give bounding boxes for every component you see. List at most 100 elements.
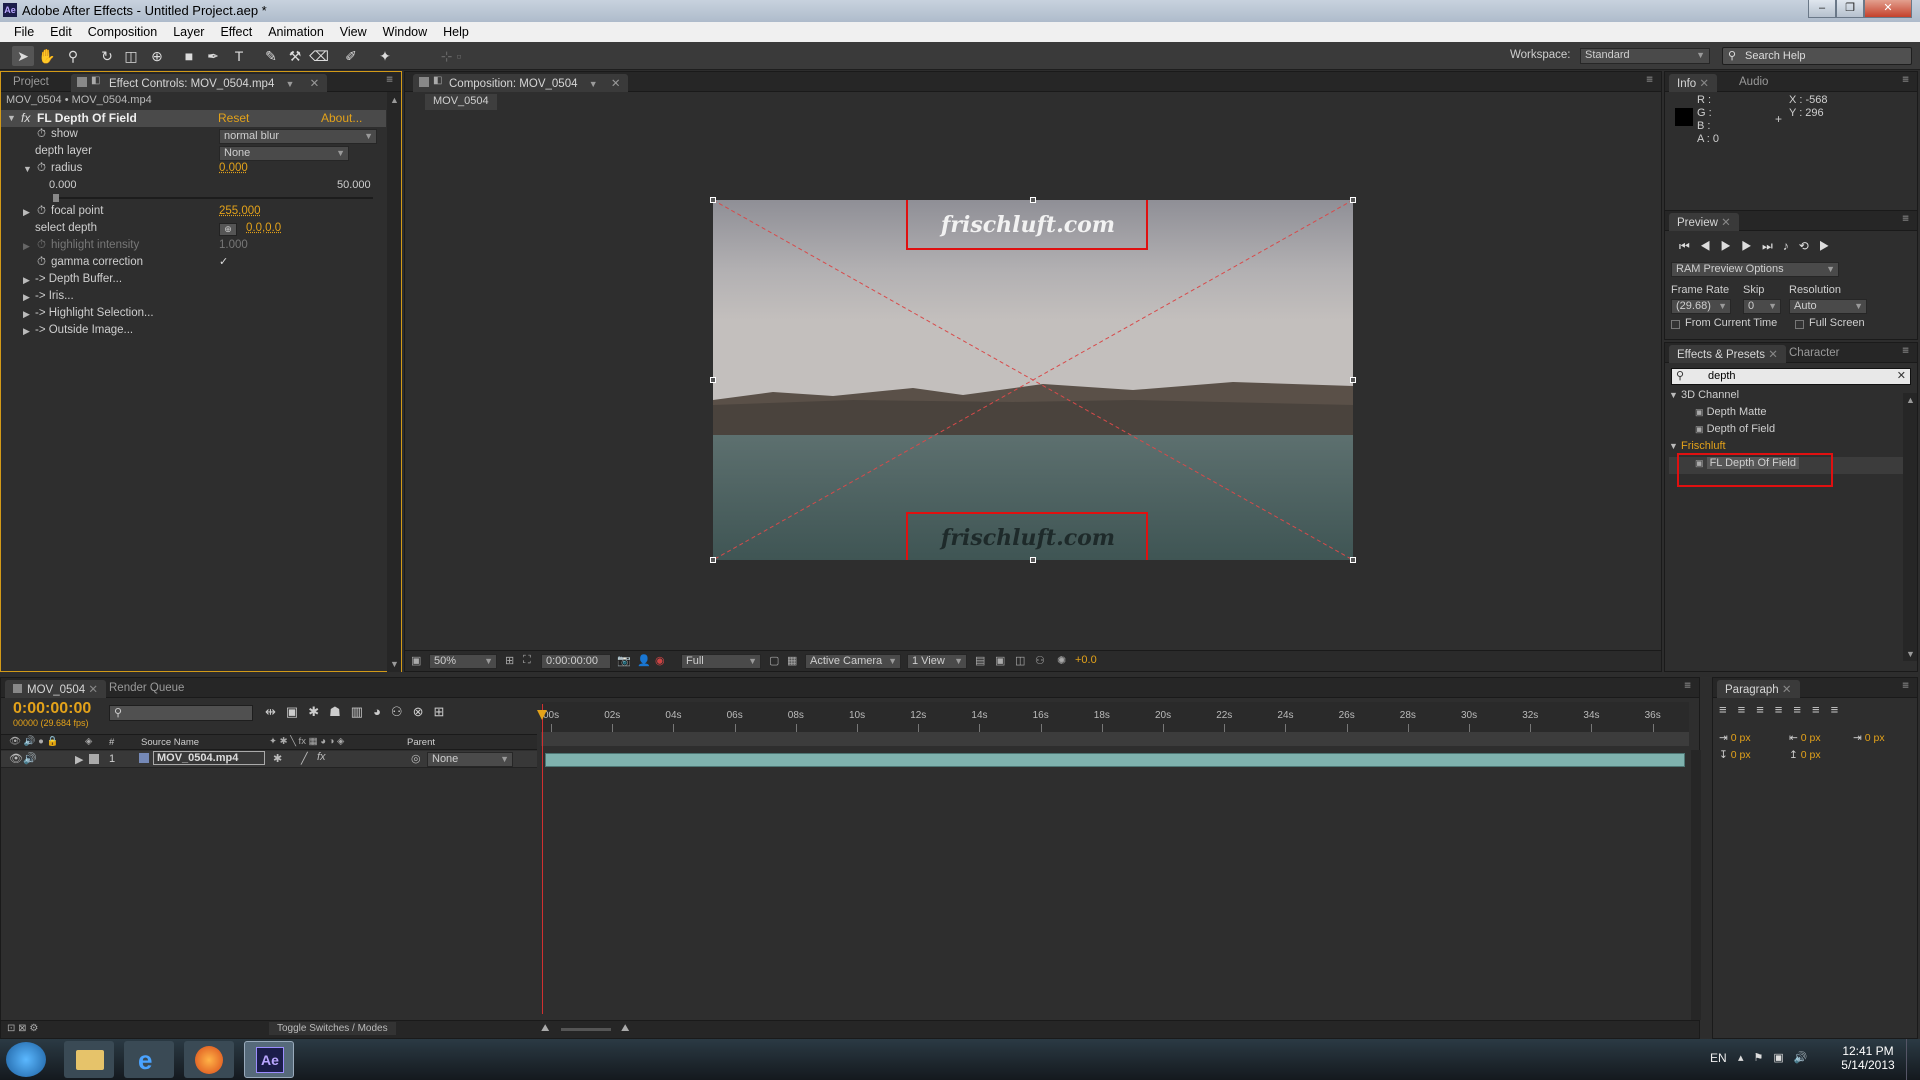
- layer-name[interactable]: MOV_0504.mp4: [153, 751, 265, 765]
- close-tab-icon[interactable]: ✕: [1699, 78, 1709, 90]
- ram-preview-options-select[interactable]: RAM Preview Options ▼: [1671, 262, 1839, 277]
- collapse-icon[interactable]: ✱: [273, 752, 282, 765]
- zoom-out-icon[interactable]: ⛰: [541, 1023, 549, 1034]
- tab-effect-controls[interactable]: ◧ Effect Controls: MOV_0504.mp4 ▼ ✕: [71, 74, 328, 92]
- effect-header-row[interactable]: ▼ fx FL Depth Of Field Reset About...: [1, 110, 386, 127]
- tree-item-depth-matte[interactable]: ▣ Depth Matte: [1669, 406, 1905, 423]
- stopwatch-icon[interactable]: ⏱: [37, 256, 46, 269]
- align-center-icon[interactable]: ≡: [1738, 702, 1757, 717]
- scroll-down-icon[interactable]: ▼: [390, 659, 399, 669]
- group-depth-buffer[interactable]: ▶ -> Depth Buffer...: [1, 273, 386, 290]
- composition-viewer-frame[interactable]: frischluft.com frischluft.com: [713, 200, 1353, 560]
- expand-triangle-icon[interactable]: ▶: [23, 326, 30, 337]
- last-frame-icon[interactable]: ⏭: [1762, 239, 1783, 253]
- menu-layer[interactable]: Layer: [165, 25, 212, 39]
- work-area-bar[interactable]: [541, 732, 1689, 746]
- tab-composition[interactable]: ◧ Composition: MOV_0504 ▼ ✕: [413, 74, 629, 92]
- focal-point-value[interactable]: 255.000: [219, 205, 261, 217]
- brainstorm-icon[interactable]: ⊗: [413, 704, 434, 719]
- justify-left-icon[interactable]: ≡: [1775, 702, 1794, 717]
- justify-right-icon[interactable]: ≡: [1812, 702, 1831, 717]
- zoom-tool-icon[interactable]: ⚲: [62, 46, 84, 66]
- puppet-tool-icon[interactable]: ✦: [374, 46, 396, 66]
- parent-select[interactable]: None ▼: [427, 752, 513, 767]
- space-before[interactable]: ↧ 0 px: [1719, 749, 1751, 761]
- region-of-interest-icon[interactable]: ▢: [769, 654, 779, 667]
- skip-select[interactable]: 0 ▼: [1743, 299, 1781, 314]
- timeline-timecode[interactable]: 0:00:00:00: [13, 700, 91, 718]
- panel-menu-icon[interactable]: ≡: [1902, 345, 1909, 357]
- layer-row[interactable]: 👁 🔊 ▶ 1 MOV_0504.mp4 ✱ ╱ fx ◎ None ▼: [1, 751, 537, 768]
- vertical-scrollbar[interactable]: ▲ ▼: [387, 92, 401, 672]
- brush-tool-icon[interactable]: ✎: [260, 46, 282, 66]
- rectangle-tool-icon[interactable]: ■: [178, 46, 200, 66]
- expand-triangle-icon[interactable]: ▶: [75, 753, 83, 766]
- scroll-down-icon[interactable]: ▼: [1906, 649, 1915, 659]
- volume-icon[interactable]: 🔊: [1794, 1052, 1818, 1064]
- expand-triangle-icon[interactable]: ▼: [1669, 441, 1678, 451]
- color-channels-icon[interactable]: ◉: [655, 654, 665, 667]
- expand-triangle-icon[interactable]: ▶: [23, 275, 30, 286]
- layer-handle-bm[interactable]: [1030, 557, 1036, 563]
- close-tab-icon[interactable]: ✕: [1768, 349, 1778, 361]
- mask-toggle-icon[interactable]: ⛶: [523, 654, 531, 667]
- internet-explorer-taskbar-icon[interactable]: e: [124, 1041, 174, 1078]
- layer-duration-bar[interactable]: [545, 753, 1685, 767]
- panel-menu-icon[interactable]: ≡: [1684, 680, 1691, 692]
- resolution-select[interactable]: Full ▼: [681, 654, 761, 669]
- layer-handle-br[interactable]: [1350, 557, 1356, 563]
- timeline-scrollbar[interactable]: [1691, 750, 1701, 1020]
- hand-tool-icon[interactable]: ✋: [36, 46, 58, 66]
- tab-render-queue[interactable]: Render Queue: [101, 680, 192, 698]
- close-tab-icon[interactable]: ✕: [1721, 217, 1731, 229]
- footer-toggle-icons[interactable]: ⊡ ⊠ ⚙: [7, 1023, 38, 1034]
- menu-edit[interactable]: Edit: [42, 25, 80, 39]
- fx-icon[interactable]: fx: [21, 111, 30, 125]
- close-window-button[interactable]: ✕: [1864, 0, 1912, 18]
- menu-animation[interactable]: Animation: [260, 25, 332, 39]
- close-tab-icon[interactable]: ✕: [88, 684, 98, 696]
- scroll-up-icon[interactable]: ▲: [1906, 395, 1915, 405]
- tab-audio[interactable]: Audio: [1731, 74, 1776, 92]
- network-icon[interactable]: ▣: [1773, 1052, 1793, 1064]
- pickwhip-icon[interactable]: ◎: [411, 752, 421, 765]
- show-hidden-icon[interactable]: ▴: [1738, 1052, 1754, 1064]
- frame-rate-select[interactable]: (29.68) ▼: [1671, 299, 1731, 314]
- menu-view[interactable]: View: [332, 25, 375, 39]
- tab-project[interactable]: Project: [5, 74, 57, 92]
- next-frame-icon[interactable]: ▶: [1741, 239, 1762, 253]
- group-outside-image[interactable]: ▶ -> Outside Image...: [1, 324, 386, 341]
- draft-3d-icon[interactable]: ✱: [308, 704, 329, 719]
- expand-triangle-icon[interactable]: ▼: [23, 164, 32, 174]
- previous-frame-icon[interactable]: ◀: [1700, 239, 1721, 253]
- group-iris[interactable]: ▶ -> Iris...: [1, 290, 386, 307]
- grid-toggle-icon[interactable]: ⊞: [505, 654, 514, 667]
- stopwatch-icon[interactable]: ⏱: [37, 162, 46, 175]
- auto-keyframe-icon[interactable]: ⊞: [433, 704, 454, 719]
- align-left-icon[interactable]: ≡: [1719, 702, 1738, 717]
- composition-subtab[interactable]: MOV_0504: [425, 94, 497, 110]
- graph-editor-icon[interactable]: ⚇: [391, 704, 413, 719]
- frame-blending-icon[interactable]: ▥: [351, 704, 373, 719]
- shy-icon[interactable]: ☗: [329, 704, 351, 719]
- ram-preview-icon[interactable]: ▶: [1819, 239, 1840, 253]
- slider-handle[interactable]: [53, 194, 59, 202]
- group-highlight-selection[interactable]: ▶ -> Highlight Selection...: [1, 307, 386, 324]
- live-update-icon[interactable]: ▣: [286, 704, 308, 719]
- clone-stamp-tool-icon[interactable]: ⚒: [284, 46, 306, 66]
- show-snapshot-icon[interactable]: 👤: [637, 654, 651, 667]
- explorer-taskbar-icon[interactable]: [64, 1041, 114, 1078]
- tab-preview[interactable]: Preview ✕: [1669, 213, 1739, 231]
- space-after[interactable]: ↥ 0 px: [1789, 749, 1821, 761]
- tab-character[interactable]: Character: [1781, 345, 1848, 363]
- indent-left[interactable]: ⇥ 0 px: [1719, 732, 1751, 744]
- close-tab-icon[interactable]: ✕: [310, 78, 320, 90]
- time-ruler[interactable]: 00s 02s 04s 06s 08s 10s 12s 14s 16s 18s 20s 22s 24s 2…: [541, 702, 1689, 732]
- menu-composition[interactable]: Composition: [80, 25, 165, 39]
- flowchart-icon[interactable]: ⚇: [1035, 654, 1045, 667]
- label-color-swatch[interactable]: [89, 754, 99, 764]
- tab-info[interactable]: Info ✕: [1669, 74, 1718, 92]
- pan-behind-tool-icon[interactable]: ⊕: [146, 46, 168, 66]
- after-effects-taskbar-icon[interactable]: Ae: [244, 1041, 294, 1078]
- effects-scrollbar[interactable]: ▲ ▼: [1903, 393, 1917, 661]
